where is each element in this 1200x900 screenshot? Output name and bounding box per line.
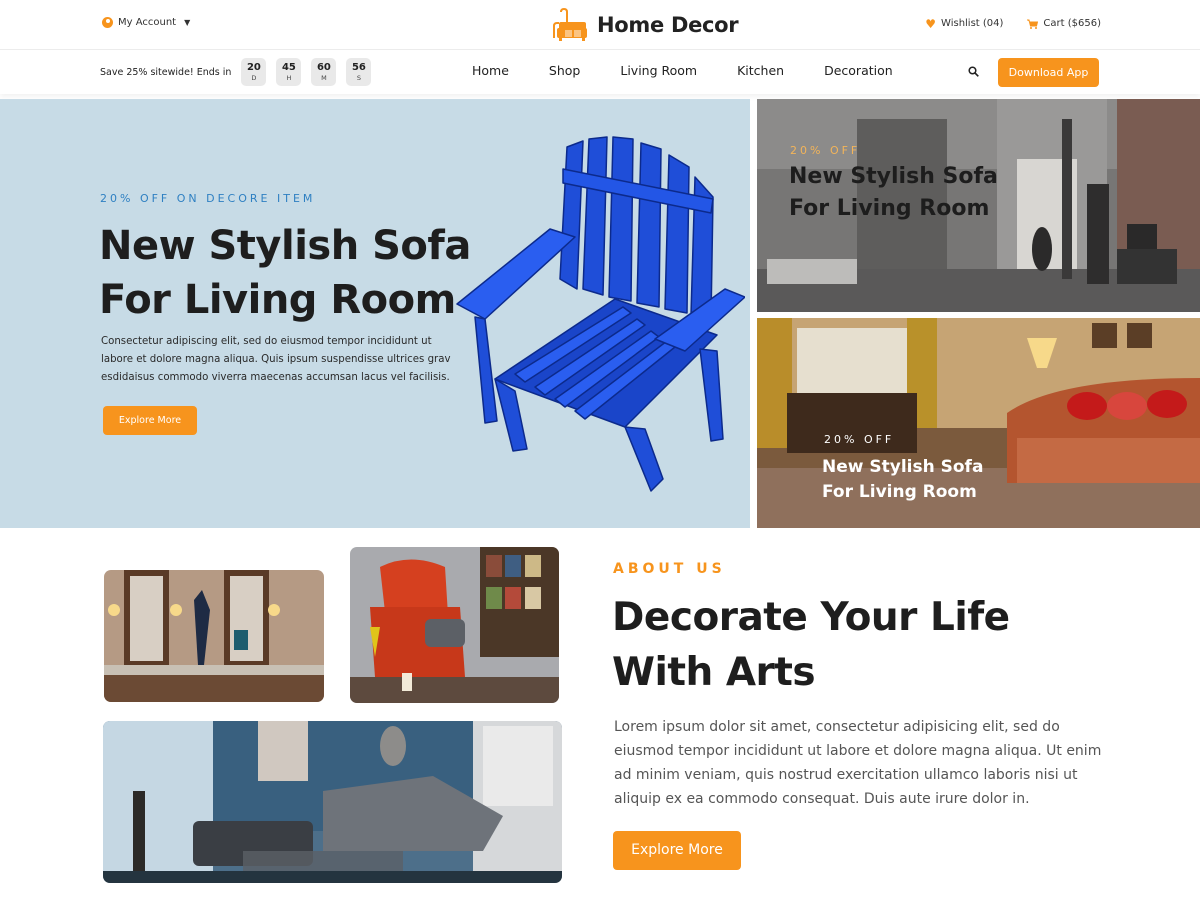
heart-icon: ♥ xyxy=(925,16,937,31)
wishlist-link[interactable]: ♥ Wishlist (04) xyxy=(925,16,1004,31)
download-app-button[interactable]: Download App xyxy=(998,58,1099,87)
logo-text: Home Decor xyxy=(597,12,739,37)
wishlist-label: Wishlist (04) xyxy=(941,18,1004,29)
top-bar: My Account ▼ Home Decor ♥ Wishlist (04) … xyxy=(0,0,1200,50)
my-account-menu[interactable]: My Account ▼ xyxy=(102,17,190,28)
blue-lounge-image xyxy=(103,721,562,883)
chevron-down-icon: ▼ xyxy=(184,18,191,27)
about-tag: ABOUT US xyxy=(613,561,726,577)
sale-countdown: Save 25% sitewide! Ends in 20 D 45 H 60 M 5… xyxy=(100,58,372,86)
promo-1-title: New Stylish Sofa For Living Room xyxy=(789,164,998,221)
countdown-hours: 45 H xyxy=(276,58,302,86)
nav-decoration[interactable]: Decoration xyxy=(824,63,893,78)
hero-tag: 20% OFF ON DECORE ITEM xyxy=(100,192,316,205)
countdown-minutes: 60 M xyxy=(311,58,337,86)
user-icon xyxy=(102,17,113,28)
hero-description: Consectetur adipiscing elit, sed do eius… xyxy=(101,336,451,383)
promo-1-tag: 20% OFF xyxy=(790,144,861,157)
red-armchair-image xyxy=(350,547,559,703)
site-logo[interactable]: Home Decor xyxy=(552,8,739,41)
cart-icon xyxy=(1027,19,1039,29)
promo-card-2[interactable]: 20% OFF New Stylish Sofa For Living Room xyxy=(757,318,1200,528)
hero-title: New Stylish Sofa For Living Room xyxy=(99,223,471,323)
my-account-label: My Account xyxy=(118,17,177,28)
search-icon[interactable] xyxy=(968,66,979,77)
cart-label: Cart ($656) xyxy=(1043,18,1101,29)
bathroom-image xyxy=(104,570,324,702)
nav-shop[interactable]: Shop xyxy=(549,63,580,78)
sofa-logo-icon xyxy=(553,8,587,41)
hero-explore-button[interactable]: Explore More xyxy=(103,406,197,435)
promo-2-tag: 20% OFF xyxy=(824,433,895,446)
about-title: Decorate Your Life With Arts xyxy=(612,595,1010,695)
about-description: Lorem ipsum dolor sit amet, consectetur … xyxy=(614,719,1102,807)
about-explore-button[interactable]: Explore More xyxy=(613,831,741,870)
countdown-seconds: 56 S xyxy=(346,58,372,86)
countdown-days: 20 D xyxy=(241,58,267,86)
nav-living-room[interactable]: Living Room xyxy=(620,63,697,78)
promo-card-1[interactable]: 20% OFF New Stylish Sofa For Living Room xyxy=(757,99,1200,312)
blue-chair-image xyxy=(456,136,745,492)
promo-text: Save 25% sitewide! Ends in xyxy=(100,66,232,78)
cart-link[interactable]: Cart ($656) xyxy=(1027,18,1101,29)
nav-home[interactable]: Home xyxy=(472,63,509,78)
hero-banner: 20% OFF ON DECORE ITEM New Stylish Sofa F… xyxy=(0,99,750,528)
promo-2-title: New Stylish Sofa For Living Room xyxy=(822,457,984,502)
main-navbar: Save 25% sitewide! Ends in 20 D 45 H 60 M 5… xyxy=(0,50,1200,94)
main-menu: Home Shop Living Room Kitchen Decoration xyxy=(472,63,933,78)
nav-kitchen[interactable]: Kitchen xyxy=(737,63,784,78)
